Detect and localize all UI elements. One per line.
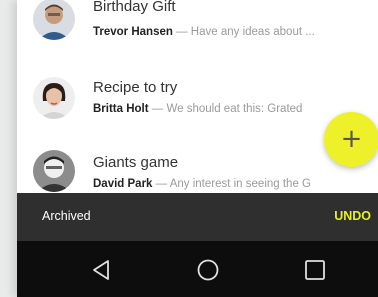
message-preview: Britta Holt — We should eat this: Grated [93,103,302,115]
snackbar-message: Archived [42,209,91,223]
avatar [33,77,75,119]
avatar [33,0,75,40]
compose-fab-button[interactable]: + [324,112,378,167]
undo-button[interactable]: UNDO [334,209,371,223]
avatar [33,150,75,192]
phone-screen: Birthday Gift Trevor Hansen — Have any i… [17,0,378,297]
snackbar: Archived UNDO [17,193,378,241]
message-title: Birthday Gift [93,0,176,15]
list-item[interactable]: Birthday Gift Trevor Hansen — Have any i… [17,0,378,55]
message-snippet: — Have any ideas about ... [172,26,315,38]
sender-name: David Park [93,178,153,190]
message-title: Recipe to try [93,79,178,96]
message-title: Giants game [93,154,179,171]
sender-name: Trevor Hansen [93,26,173,38]
message-snippet: — We should eat this: Grated [148,103,303,115]
sender-name: Britta Holt [93,103,149,115]
message-snippet: — Any interest in seeing the G [152,178,311,190]
plus-icon: + [340,124,363,154]
recents-square-icon[interactable] [303,258,327,282]
message-preview: David Park — Any interest in seeing the … [93,178,311,190]
system-navigation-bar [17,241,378,297]
home-circle-icon[interactable] [196,258,220,282]
back-triangle-icon[interactable] [89,258,113,282]
message-preview: Trevor Hansen — Have any ideas about ... [93,26,315,38]
